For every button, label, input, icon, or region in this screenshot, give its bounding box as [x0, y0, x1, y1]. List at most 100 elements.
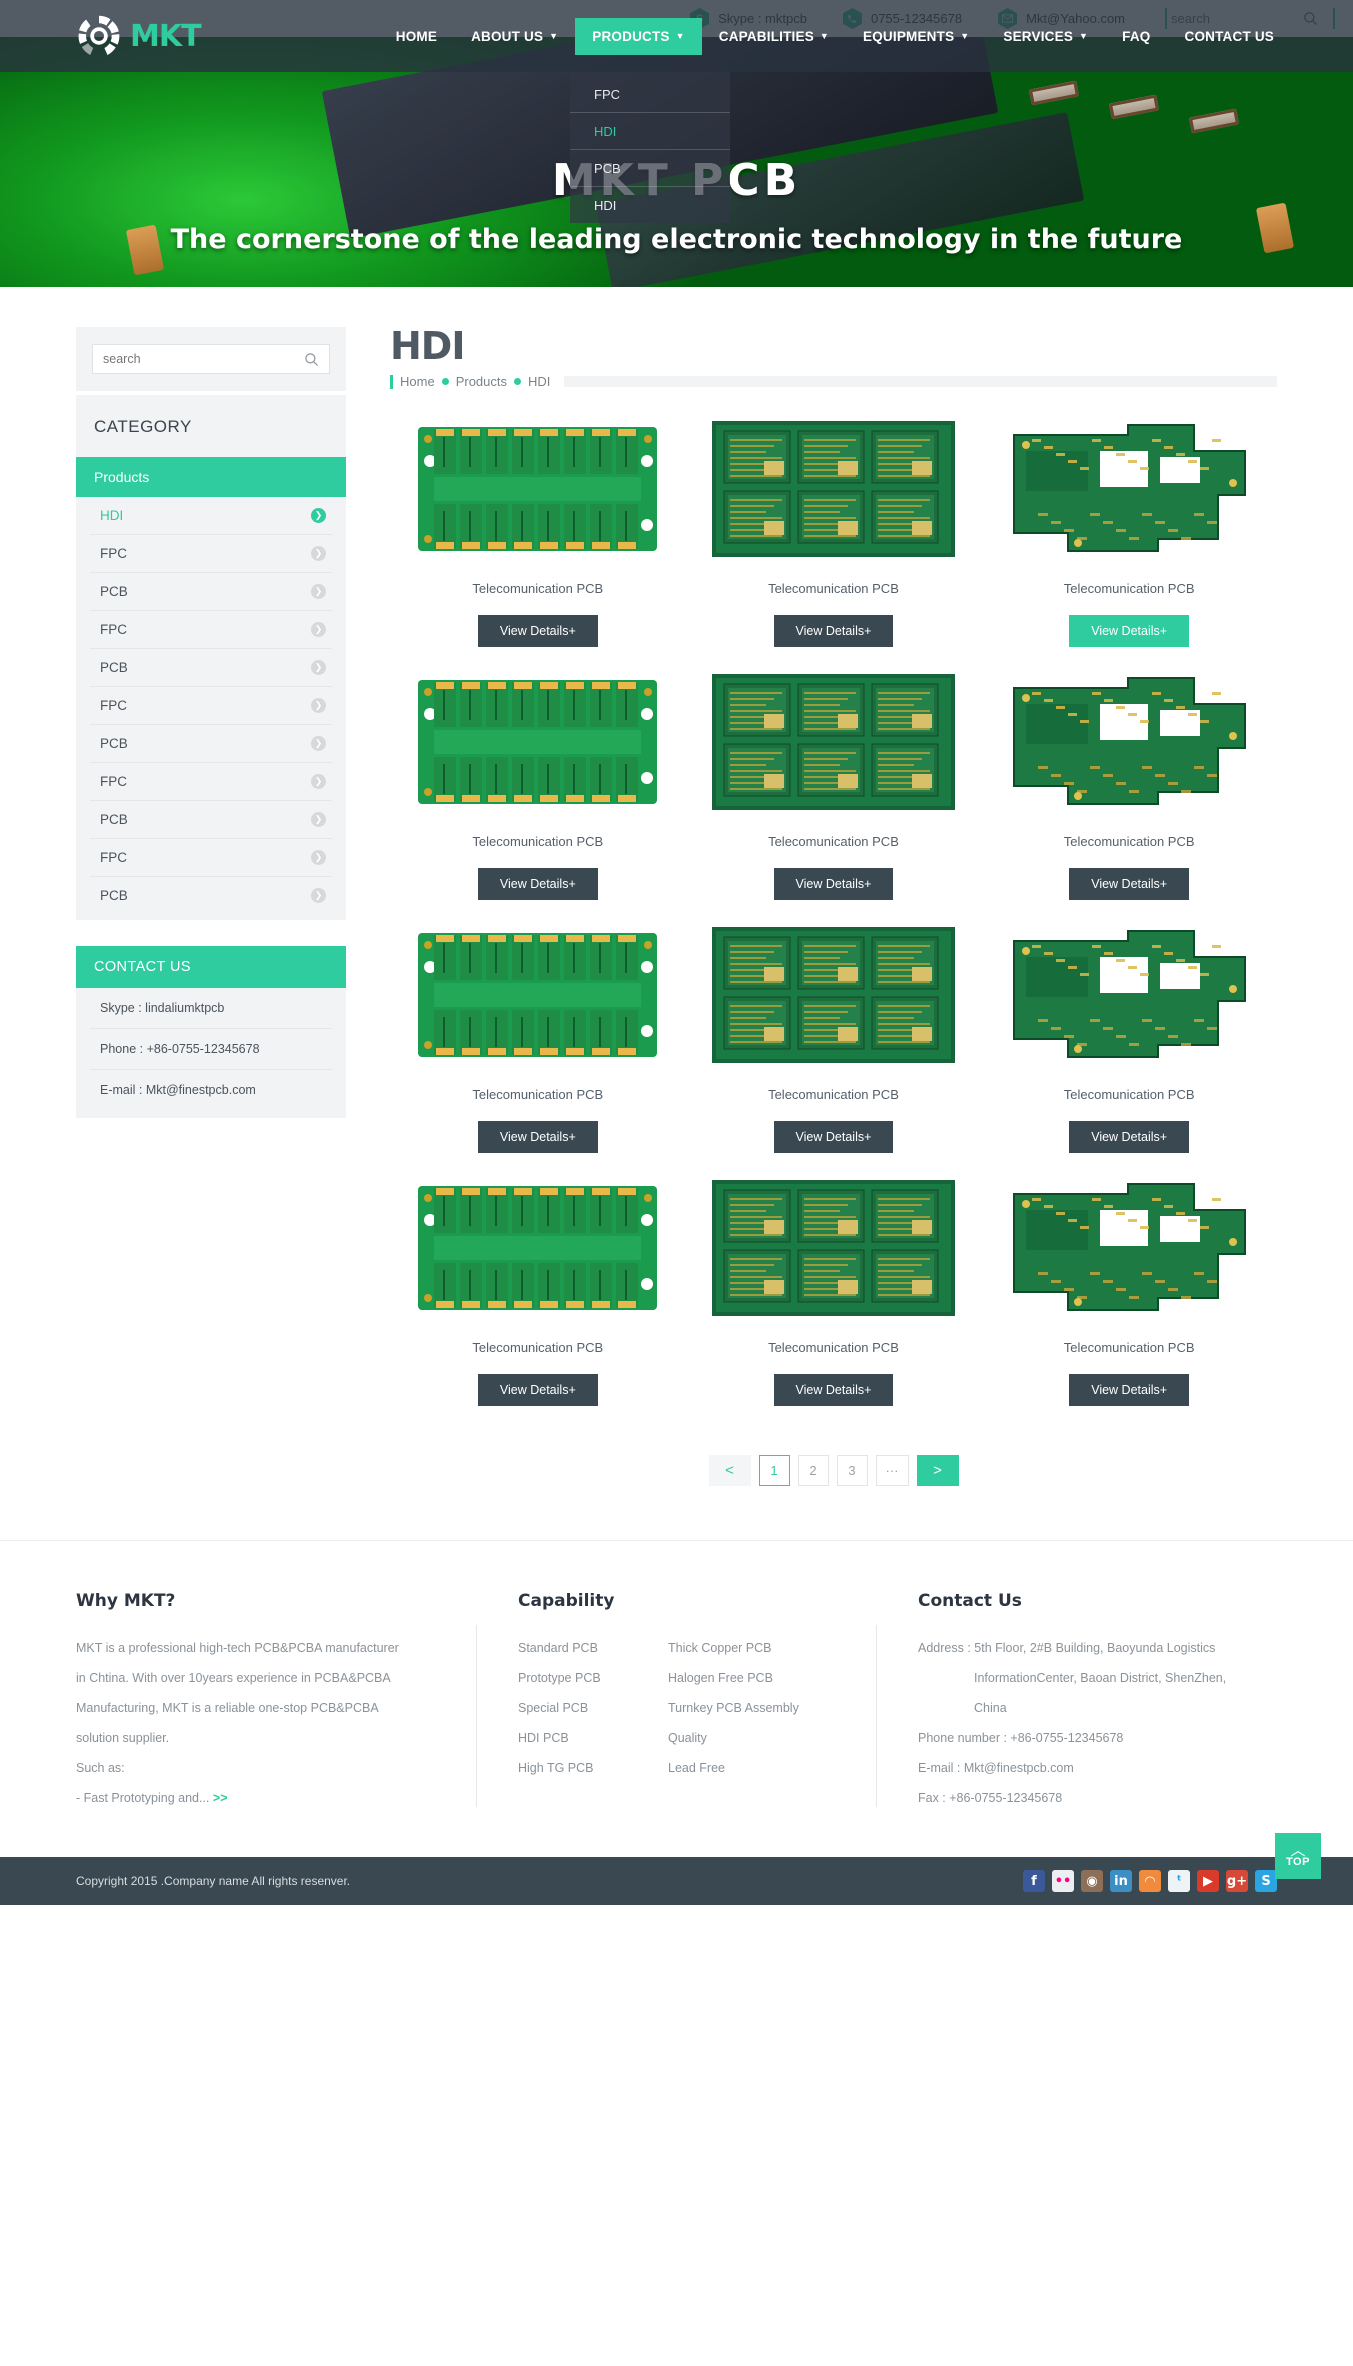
- linkedin-icon[interactable]: in: [1110, 1870, 1132, 1892]
- product-image[interactable]: [712, 674, 955, 810]
- footer-why-text: MKT is a professional high-tech PCB&PCBA…: [76, 1633, 476, 1813]
- sidebar-contact-email-value: Mkt@finestpcb.com: [146, 1083, 256, 1097]
- product-image[interactable]: [712, 421, 955, 557]
- footer-why-last-line: - Fast Prototyping and... >>: [76, 1783, 476, 1813]
- back-to-top-button[interactable]: ︿ TOP: [1275, 1833, 1321, 1879]
- facebook-icon[interactable]: f: [1023, 1870, 1045, 1892]
- pagination-ellipsis[interactable]: ···: [876, 1455, 909, 1486]
- footer-link-quality[interactable]: Quality: [668, 1723, 818, 1753]
- sidebar-item-pcb-4[interactable]: PCB❯: [90, 801, 332, 839]
- product-image[interactable]: [416, 674, 659, 810]
- footer-link-hdi-pcb[interactable]: HDI PCB: [518, 1723, 668, 1753]
- footer-link-prototype-pcb[interactable]: Prototype PCB: [518, 1663, 668, 1693]
- googleplus-icon[interactable]: g+: [1226, 1870, 1248, 1892]
- view-details-button[interactable]: View Details+: [1069, 1121, 1189, 1153]
- view-details-button[interactable]: View Details+: [1069, 1374, 1189, 1406]
- sidebar-item-label: PCB: [100, 736, 128, 751]
- view-details-button[interactable]: View Details+: [1069, 615, 1189, 647]
- view-details-button[interactable]: View Details+: [1069, 868, 1189, 900]
- nav-item-products[interactable]: PRODUCTS▼: [575, 18, 701, 55]
- sidebar-item-fpc-5[interactable]: FPC❯: [90, 839, 332, 877]
- youtube-icon[interactable]: ▶: [1197, 1870, 1219, 1892]
- pagination-page-3[interactable]: 3: [837, 1455, 868, 1486]
- footer-link-standard-pcb[interactable]: Standard PCB: [518, 1633, 668, 1663]
- view-details-button[interactable]: View Details+: [774, 1121, 894, 1153]
- sidebar-item-fpc-2[interactable]: FPC❯: [90, 611, 332, 649]
- nav-item-faq-label: FAQ: [1122, 29, 1150, 44]
- view-details-button[interactable]: View Details+: [478, 1374, 598, 1406]
- sidebar-item-pcb-3[interactable]: PCB❯: [90, 725, 332, 763]
- breadcrumb-item-products[interactable]: Products: [456, 374, 507, 389]
- dropdown-item-fpc[interactable]: FPC: [570, 76, 730, 113]
- pagination-page-1[interactable]: 1: [759, 1455, 790, 1486]
- sidebar-item-pcb-5[interactable]: PCB❯: [90, 877, 332, 914]
- sidebar-item-hdi[interactable]: HDI❯: [90, 497, 332, 535]
- sidebar-item-fpc-3[interactable]: FPC❯: [90, 687, 332, 725]
- footer-contact-column: Contact Us Address : 5th Floor, 2#B Buil…: [876, 1591, 1277, 1813]
- footer-link-lead-free[interactable]: Lead Free: [668, 1753, 818, 1783]
- instagram-icon[interactable]: ◉: [1081, 1870, 1103, 1892]
- category-list: HDI❯ FPC❯ PCB❯ FPC❯ PCB❯ FPC❯ PCB❯ FPC❯ …: [76, 497, 346, 914]
- product-card: Telecomunication PCBView Details+: [390, 1180, 686, 1406]
- twitter-icon[interactable]: ᵗ: [1168, 1870, 1190, 1892]
- nav-item-contact-us[interactable]: CONTACT US: [1168, 18, 1292, 55]
- product-image[interactable]: [416, 1180, 659, 1316]
- sidebar-item-pcb-1[interactable]: PCB❯: [90, 573, 332, 611]
- footer-link-high-tg-pcb[interactable]: High TG PCB: [518, 1753, 668, 1783]
- nav-item-home[interactable]: HOME: [379, 18, 454, 55]
- nav-item-services[interactable]: SERVICES▼: [986, 18, 1105, 55]
- flickr-icon[interactable]: ••: [1052, 1870, 1074, 1892]
- breadcrumb-separator-icon: [442, 378, 449, 385]
- footer-why-last-text: - Fast Prototyping and...: [76, 1791, 209, 1805]
- product-image[interactable]: [416, 927, 659, 1063]
- footer-capability-col-2: Thick Copper PCB Halogen Free PCB Turnke…: [668, 1633, 818, 1783]
- view-details-button[interactable]: View Details+: [478, 868, 598, 900]
- pagination-next[interactable]: >: [917, 1455, 959, 1486]
- view-details-button[interactable]: View Details+: [774, 615, 894, 647]
- product-image[interactable]: [1008, 421, 1251, 557]
- dropdown-item-pcb[interactable]: PCB: [570, 150, 730, 187]
- rss-icon[interactable]: ◠: [1139, 1870, 1161, 1892]
- product-image[interactable]: [1008, 1180, 1251, 1316]
- sidebar-item-label: FPC: [100, 774, 127, 789]
- category-products-header[interactable]: Products: [76, 457, 346, 497]
- product-image[interactable]: [712, 1180, 955, 1316]
- sidebar-item-fpc-1[interactable]: FPC❯: [90, 535, 332, 573]
- nav-item-faq[interactable]: FAQ: [1105, 18, 1167, 55]
- breadcrumb-item-home[interactable]: Home: [400, 374, 435, 389]
- nav-item-about-us[interactable]: ABOUT US▼: [454, 18, 575, 55]
- footer-why-more-link[interactable]: >>: [213, 1791, 228, 1805]
- search-icon[interactable]: [304, 352, 319, 367]
- view-details-button[interactable]: View Details+: [478, 1121, 598, 1153]
- view-details-button[interactable]: View Details+: [774, 868, 894, 900]
- main-content: CATEGORY Products HDI❯ FPC❯ PCB❯ FPC❯ PC…: [0, 287, 1353, 1540]
- sidebar-search-box: [76, 327, 346, 391]
- product-image[interactable]: [416, 421, 659, 557]
- site-logo[interactable]: MKT: [76, 13, 201, 59]
- footer-why-line-4: solution supplier.: [76, 1723, 476, 1753]
- pagination-prev[interactable]: <: [709, 1455, 751, 1486]
- chevron-down-icon: ▼: [1079, 32, 1088, 41]
- chevron-down-icon: ▼: [676, 32, 685, 41]
- footer-link-halogen-free-pcb[interactable]: Halogen Free PCB: [668, 1663, 818, 1693]
- footer-link-special-pcb[interactable]: Special PCB: [518, 1693, 668, 1723]
- view-details-button[interactable]: View Details+: [774, 1374, 894, 1406]
- dropdown-item-hdi-2[interactable]: HDI: [570, 187, 730, 223]
- footer-link-turnkey-pcb-assembly[interactable]: Turnkey PCB Assembly: [668, 1693, 818, 1723]
- pagination-page-2[interactable]: 2: [798, 1455, 829, 1486]
- nav-item-capabilities[interactable]: CAPABILITIES▼: [702, 18, 846, 55]
- sidebar-search-input[interactable]: [103, 352, 304, 366]
- dropdown-item-hdi[interactable]: HDI: [570, 113, 730, 150]
- sidebar-item-fpc-4[interactable]: FPC❯: [90, 763, 332, 801]
- view-details-button[interactable]: View Details+: [478, 615, 598, 647]
- sidebar-search[interactable]: [92, 344, 330, 374]
- product-image[interactable]: [712, 927, 955, 1063]
- nav-item-equipments[interactable]: EQUIPMENTS▼: [846, 18, 986, 55]
- product-image[interactable]: [1008, 927, 1251, 1063]
- product-name: Telecomunication PCB: [981, 581, 1277, 596]
- footer-link-thick-copper-pcb[interactable]: Thick Copper PCB: [668, 1633, 818, 1663]
- product-image[interactable]: [1008, 674, 1251, 810]
- sidebar-item-label: FPC: [100, 622, 127, 637]
- sidebar-item-pcb-2[interactable]: PCB❯: [90, 649, 332, 687]
- skype-icon[interactable]: S: [1255, 1870, 1277, 1892]
